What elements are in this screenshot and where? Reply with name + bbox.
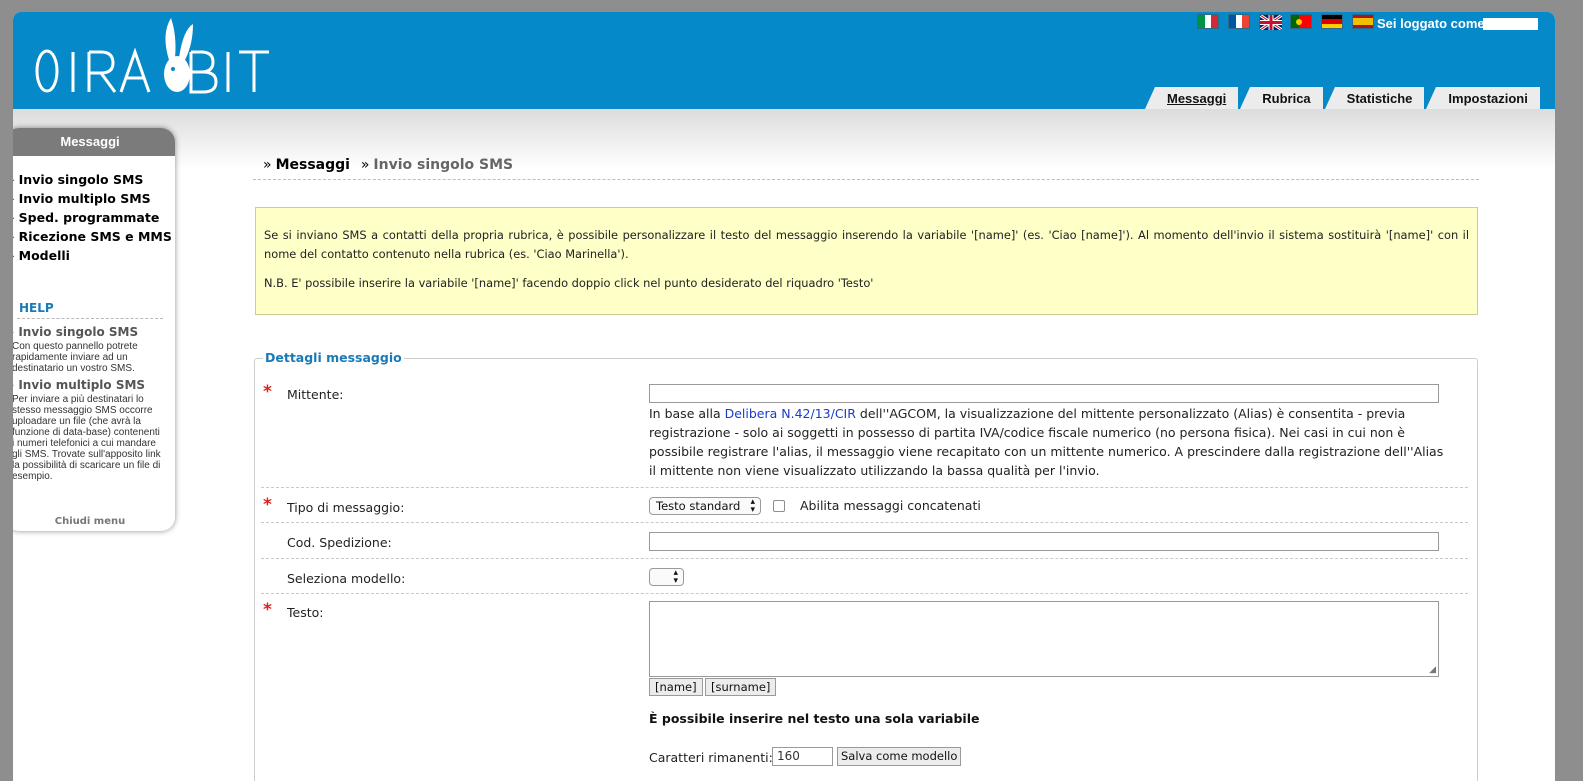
testo-label: Testo:	[287, 605, 324, 620]
help-item: »Invio singolo SMS Con questo pannello p…	[13, 325, 175, 378]
sidebar-title: Messaggi	[13, 128, 175, 156]
app-window: Sei loggato come: Messaggi Rubrica Stati…	[13, 12, 1555, 781]
help-title: HELP	[19, 301, 54, 315]
close-menu-link[interactable]: Chiudi menu	[13, 516, 175, 527]
help-item: »Invio multiplo SMS Per inviare a più de…	[13, 378, 175, 486]
flag-it-icon[interactable]	[1197, 14, 1219, 29]
chars-remaining-field: 160	[772, 747, 833, 766]
tab-messaggi[interactable]: Messaggi	[1144, 87, 1239, 109]
select-arrows-icon: ▴ ▾	[750, 497, 755, 515]
sidebar-item-sped-programmate[interactable]: »Sped. programmate	[13, 210, 175, 225]
header: Sei loggato come: Messaggi Rubrica Stati…	[13, 12, 1555, 109]
sidebar-item-ricezione[interactable]: »Ricezione SMS e MMS	[13, 229, 175, 244]
flag-es-icon[interactable]	[1352, 14, 1374, 29]
flag-de-icon[interactable]	[1321, 14, 1343, 29]
concatenati-label: Abilita messaggi concatenati	[800, 498, 981, 513]
breadcrumb-messaggi[interactable]: Messaggi	[276, 157, 350, 173]
language-selector	[1197, 14, 1374, 30]
cod-spedizione-input[interactable]	[649, 532, 1439, 551]
help-item-text: Per inviare a più destinatari lo stesso …	[13, 394, 161, 482]
row-divider	[261, 593, 1468, 594]
required-marker: *	[263, 495, 272, 515]
notice-nb-text: N.B. E' possibile inserire la variabile …	[264, 276, 874, 290]
username-field	[1483, 18, 1538, 30]
help-item-title: Invio multiplo SMS	[18, 378, 146, 392]
tab-statistiche[interactable]: Statistiche	[1324, 87, 1425, 109]
flag-fr-icon[interactable]	[1228, 14, 1250, 29]
chars-remaining-label: Caratteri rimanenti:	[649, 750, 773, 765]
notice-text: Se si inviano SMS a contatti della propr…	[264, 228, 1469, 261]
concatenati-checkbox[interactable]	[773, 500, 785, 512]
sidebar-item-invio-singolo[interactable]: »Invio singolo SMS	[13, 172, 175, 187]
seleziona-modello-label: Seleziona modello:	[287, 571, 406, 586]
row-divider	[261, 558, 1468, 559]
tab-impostazioni[interactable]: Impostazioni	[1426, 87, 1540, 109]
required-marker: *	[263, 382, 272, 402]
insert-surname-button[interactable]: [surname]	[705, 678, 777, 696]
help-divider	[17, 318, 163, 319]
delibera-link[interactable]: Delibera N.42/13/CIR	[725, 406, 856, 421]
mittente-label: Mittente:	[287, 387, 344, 402]
sidebar-item-modelli[interactable]: »Modelli	[13, 248, 175, 263]
alias-info-text: In base alla Delibera N.42/13/CIR dell''…	[649, 406, 1444, 478]
save-as-template-button[interactable]: Salva come modello	[837, 747, 962, 766]
required-marker: *	[263, 600, 272, 620]
testo-textarea[interactable]: ◢	[649, 601, 1439, 677]
logged-in-label: Sei loggato come:	[1377, 16, 1489, 31]
subheader-gradient	[13, 109, 1555, 169]
tab-rubrica[interactable]: Rubrica	[1240, 87, 1323, 109]
row-divider	[261, 522, 1468, 523]
breadcrumb-current: Invio singolo SMS	[373, 157, 514, 173]
sidebar-item-invio-multiplo[interactable]: »Invio multiplo SMS	[13, 191, 175, 206]
select-arrows-icon: ▴ ▾	[673, 568, 678, 586]
top-navigation: Messaggi Rubrica Statistiche Impostazion…	[1143, 87, 1540, 109]
breadcrumb: » Messaggi » Invio singolo SMS	[263, 157, 514, 173]
modello-select[interactable]: ▴ ▾	[649, 568, 684, 586]
logo	[35, 18, 269, 94]
help-item-title: Invio singolo SMS	[18, 325, 139, 339]
one-variable-note: È possibile inserire nel testo una sola …	[649, 711, 980, 726]
insert-name-button[interactable]: [name]	[649, 678, 703, 696]
tipo-messaggio-label: Tipo di messaggio:	[287, 500, 405, 515]
breadcrumb-divider	[253, 179, 1479, 180]
info-notice: Se si inviano SMS a contatti della propr…	[255, 207, 1478, 315]
flag-pt-icon[interactable]	[1290, 14, 1312, 29]
flag-en-icon[interactable]	[1259, 14, 1282, 30]
sidebar: Messaggi »Invio singolo SMS »Invio multi…	[13, 128, 175, 531]
cod-spedizione-label: Cod. Spedizione:	[287, 535, 392, 550]
sidebar-menu: »Invio singolo SMS »Invio multiplo SMS »…	[13, 156, 175, 263]
fieldset-legend: Dettagli messaggio	[263, 350, 404, 365]
help-item-text: Con questo pannello potrete rapidamente …	[13, 341, 138, 374]
mittente-input[interactable]	[649, 384, 1439, 403]
tipo-messaggio-select[interactable]: Testo standard ▴ ▾	[649, 497, 761, 515]
resize-handle-icon[interactable]: ◢	[1429, 666, 1436, 675]
row-divider	[261, 487, 1468, 488]
